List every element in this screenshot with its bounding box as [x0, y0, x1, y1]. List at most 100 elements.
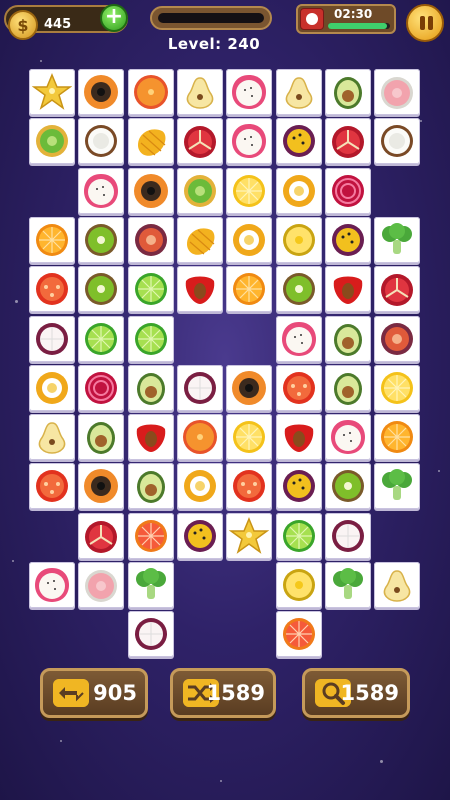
tile-guava[interactable] [374, 69, 420, 115]
tile-mangosteen[interactable] [325, 513, 371, 559]
tile-grapefruit[interactable] [128, 513, 174, 559]
pomegranate-icon [85, 521, 117, 553]
undo-count: 905 [93, 681, 137, 705]
tile-lemon[interactable] [226, 168, 272, 214]
tile-avocado[interactable] [128, 463, 174, 509]
tile-starfruit[interactable] [29, 69, 75, 115]
tile-mango[interactable] [128, 118, 174, 164]
tile-pear[interactable] [29, 414, 75, 460]
shuffle-button[interactable]: 1589 [170, 668, 276, 718]
tile-orange[interactable] [226, 266, 272, 312]
tile-broccoli[interactable] [128, 562, 174, 608]
tile-broccoli[interactable] [374, 217, 420, 263]
tile-pear[interactable] [177, 69, 223, 115]
tile-pomegranate[interactable] [325, 118, 371, 164]
tile-dragonfruit[interactable] [29, 562, 75, 608]
tile-grapefruit[interactable] [276, 611, 322, 657]
tile-passionfruit[interactable] [177, 513, 223, 559]
tile-passionfruit[interactable] [276, 118, 322, 164]
undo-button[interactable]: 905 [40, 668, 148, 718]
tile-lemon[interactable] [226, 414, 272, 460]
add-coins-button[interactable]: + [100, 4, 128, 32]
tile-lemon[interactable] [374, 365, 420, 411]
tile-broccoli[interactable] [325, 562, 371, 608]
avocado-icon [334, 324, 362, 356]
tile-kiwi[interactable] [276, 266, 322, 312]
tile-avocado[interactable] [128, 365, 174, 411]
tile-lime[interactable] [128, 266, 174, 312]
tile-avocado[interactable] [325, 365, 371, 411]
tile-dragonfruit[interactable] [78, 168, 124, 214]
tile-dragonfruit[interactable] [226, 118, 272, 164]
tile-orange[interactable] [374, 414, 420, 460]
tile-kiwi[interactable] [78, 266, 124, 312]
tile-pomegranate[interactable] [177, 118, 223, 164]
tile-coconut[interactable] [374, 118, 420, 164]
broccoli-icon [136, 568, 166, 599]
tile-kiwi[interactable] [325, 463, 371, 509]
tile-papaya[interactable] [78, 69, 124, 115]
tile-coconut[interactable] [78, 118, 124, 164]
tile-beet[interactable] [78, 365, 124, 411]
tile-yellow-pepper[interactable] [177, 463, 223, 509]
tile-starfruit[interactable] [226, 513, 272, 559]
tile-avocado[interactable] [78, 414, 124, 460]
tile-orange[interactable] [29, 217, 75, 263]
tile-yellow-pepper[interactable] [226, 217, 272, 263]
tile-avocado[interactable] [325, 69, 371, 115]
tile-lime[interactable] [128, 316, 174, 362]
tile-guava[interactable] [78, 562, 124, 608]
tile-mango[interactable] [177, 217, 223, 263]
tile-avocado[interactable] [325, 316, 371, 362]
tile-mangosteen[interactable] [177, 365, 223, 411]
tile-strawberry[interactable] [128, 414, 174, 460]
tile-dragonfruit[interactable] [325, 414, 371, 460]
dragonfruit-icon [232, 75, 266, 109]
tile-orange-slice[interactable] [177, 414, 223, 460]
tile-mangosteen[interactable] [29, 316, 75, 362]
tile-dragonfruit[interactable] [276, 316, 322, 362]
tile-tomato[interactable] [276, 365, 322, 411]
tile-pineapple[interactable] [276, 217, 322, 263]
tile-lime[interactable] [78, 316, 124, 362]
tile-tomato[interactable] [29, 266, 75, 312]
tile-strawberry[interactable] [177, 266, 223, 312]
tile-passionfruit[interactable] [276, 463, 322, 509]
pause-button[interactable] [406, 4, 444, 42]
tile-pomegranate[interactable] [78, 513, 124, 559]
mangosteen-icon [332, 520, 364, 552]
tile-orange-slice[interactable] [128, 69, 174, 115]
tile-kiwano[interactable] [177, 168, 223, 214]
shuffle-count: 1589 [206, 681, 265, 705]
tile-mangosteen[interactable] [128, 611, 174, 657]
tile-papaya[interactable] [78, 463, 124, 509]
tile-tomato[interactable] [29, 463, 75, 509]
tile-yellow-pepper[interactable] [29, 365, 75, 411]
tile-papaya[interactable] [128, 168, 174, 214]
clock-icon [300, 8, 324, 30]
tile-broccoli[interactable] [374, 463, 420, 509]
tile-fig[interactable] [128, 217, 174, 263]
tile-yellow-pepper[interactable] [276, 168, 322, 214]
tile-pineapple[interactable] [276, 562, 322, 608]
tile-dragonfruit[interactable] [226, 69, 272, 115]
tile-lime[interactable] [276, 513, 322, 559]
pomegranate-icon [381, 274, 413, 306]
tile-strawberry[interactable] [276, 414, 322, 460]
tile-fig[interactable] [374, 316, 420, 362]
dragonfruit-icon [331, 420, 365, 454]
tile-kiwi[interactable] [78, 217, 124, 263]
tile-pear[interactable] [276, 69, 322, 115]
tile-passionfruit[interactable] [325, 217, 371, 263]
tile-pomegranate[interactable] [374, 266, 420, 312]
tile-pear[interactable] [374, 562, 420, 608]
broccoli-icon [333, 568, 363, 599]
grapefruit-icon [283, 618, 315, 650]
tile-beet[interactable] [325, 168, 371, 214]
tile-papaya[interactable] [226, 365, 272, 411]
tile-strawberry[interactable] [325, 266, 371, 312]
hint-button[interactable]: 1589 [302, 668, 410, 718]
tile-tomato[interactable] [226, 463, 272, 509]
tile-kiwano[interactable] [29, 118, 75, 164]
lemon-icon [233, 421, 265, 453]
